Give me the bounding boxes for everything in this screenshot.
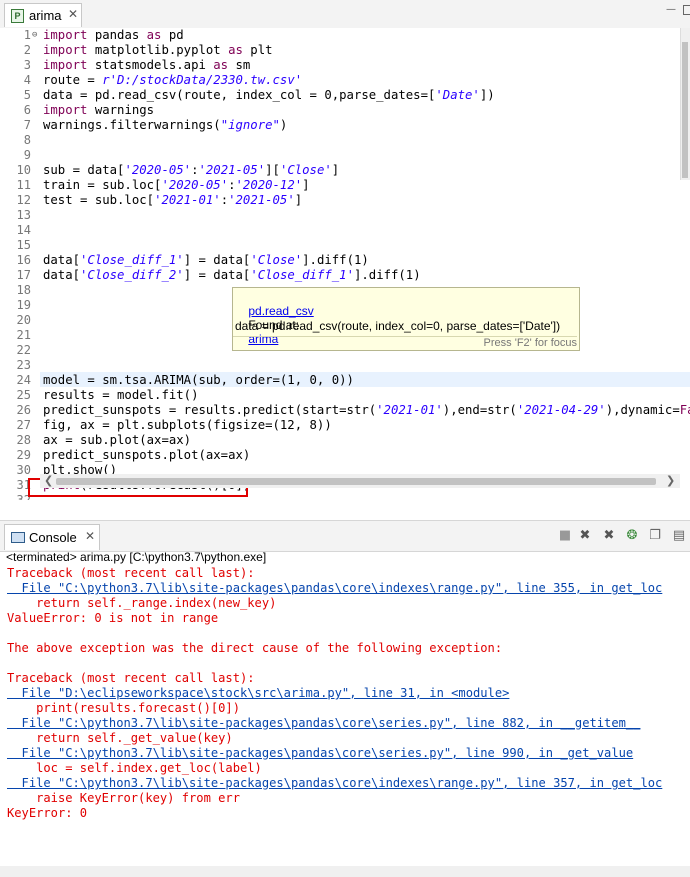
console-line: loc = self.index.get_loc(label) [7, 761, 262, 775]
line-number: 19 [16, 298, 31, 312]
line-number: 7 [23, 118, 31, 132]
line-number: 23 [16, 358, 31, 372]
maximize-icon[interactable] [683, 5, 690, 15]
code-line[interactable]: data = pd.read_csv(route, index_col = 0,… [43, 88, 495, 103]
console-line: print(results.forecast()[0]) [7, 701, 240, 715]
console-line: The above exception was the direct cause… [7, 641, 503, 655]
copy-icon[interactable]: ❐ [648, 529, 662, 543]
line-number-ruler: 1 ⊖ 2 3 4 5 6 7 8 9 10 11 12 13 14 15 16 17 18 19 20 21 22 23 24… [0, 28, 40, 500]
remove-launch-icon[interactable]: ✖ [578, 529, 592, 543]
line-number: 8 [23, 133, 31, 147]
code-line[interactable]: import pandas as pd [43, 28, 184, 43]
line-number: 20 [16, 313, 31, 327]
console-line: ValueError: 0 is not in range [7, 611, 219, 625]
code-editor[interactable]: 1 ⊖ 2 3 4 5 6 7 8 9 10 11 12 13 14 15 16 17 18 19 20 21 22 23 24… [0, 28, 690, 500]
function-link[interactable]: pd.read_csv [248, 304, 313, 318]
line-number: 17 [16, 268, 31, 282]
line-number: 32 [16, 493, 31, 500]
console-line: KeyError: 0 [7, 806, 88, 820]
document-icon[interactable]: ▤ [672, 529, 686, 543]
code-line[interactable]: route = r'D:/stockData/2330.tw.csv' [43, 73, 302, 88]
tab-console[interactable]: Console ✕ [4, 524, 100, 550]
line-number: 10 [16, 163, 31, 177]
traceback-file-link[interactable]: File "C:\python3.7\lib\site-packages\pan… [7, 746, 634, 761]
code-line[interactable]: predict_sunspots.plot(ax=ax) [43, 448, 250, 463]
line-number: 12 [16, 193, 31, 207]
line-number: 31 [16, 478, 31, 492]
line-number: 14 [16, 223, 31, 237]
line-number: 22 [16, 343, 31, 357]
line-number: 25 [16, 388, 31, 402]
console-line: Traceback (most recent call last): [7, 671, 255, 685]
code-line[interactable]: model = sm.tsa.ARIMA(sub, order=(1, 0, 0… [43, 373, 354, 388]
close-icon[interactable]: ✕ [85, 529, 95, 543]
line-number: 5 [23, 88, 31, 102]
line-number: 4 [23, 73, 31, 87]
console-line: return self._range.index(new_key) [7, 596, 277, 610]
code-line[interactable]: import statsmodels.api as sm [43, 58, 250, 73]
minimize-icon[interactable]: — [666, 5, 676, 15]
traceback-file-link[interactable]: File "D:\eclipseworkspace\stock\src\arim… [7, 686, 510, 701]
python-file-icon: P [11, 9, 24, 23]
line-number: 30 [16, 463, 31, 477]
code-line[interactable]: predict_sunspots = results.predict(start… [43, 403, 690, 418]
code-line[interactable]: import warnings [43, 103, 154, 118]
code-line[interactable]: warnings.filterwarnings("ignore") [43, 118, 287, 133]
line-number: 3 [23, 58, 31, 72]
console-tab-label: Console [29, 530, 77, 545]
code-line[interactable]: import matplotlib.pyplot as plt [43, 43, 273, 58]
code-line[interactable]: data['Close_diff_2'] = data['Close_diff_… [43, 268, 421, 283]
scroll-right-icon[interactable]: ❯ [666, 474, 675, 487]
line-number: 9 [23, 148, 31, 162]
code-line[interactable]: sub = data['2020-05':'2021-05']['Close'] [43, 163, 339, 178]
line-number: 21 [16, 328, 31, 342]
traceback-file-link[interactable]: File "C:\python3.7\lib\site-packages\pan… [7, 716, 641, 731]
horizontal-scrollbar-thumb[interactable] [56, 478, 656, 485]
traceback-file-link[interactable]: File "C:\python3.7\lib\site-packages\pan… [7, 776, 663, 791]
tab-arima[interactable]: P arima ✕ [4, 3, 82, 27]
code-line[interactable]: ax = sub.plot(ax=ax) [43, 433, 191, 448]
close-icon[interactable]: ✕ [68, 7, 78, 21]
terminate-icon[interactable]: ■ [558, 529, 572, 543]
editor-tab-bar [0, 0, 690, 29]
fold-collapse-icon[interactable]: ⊖ [32, 28, 37, 43]
line-number: 18 [16, 283, 31, 297]
line-number: 6 [23, 103, 31, 117]
line-number: 16 [16, 253, 31, 267]
code-line[interactable]: results = model.fit() [43, 388, 198, 403]
signature-snippet: data = pd.read_csv(route, index_col=0, p… [235, 319, 561, 333]
line-number: 11 [16, 178, 31, 192]
remove-all-launches-icon[interactable]: ✖ [602, 529, 616, 543]
console-horizontal-scrollbar[interactable] [0, 866, 690, 877]
line-number: 15 [16, 238, 31, 252]
code-line[interactable]: data['Close_diff_1'] = data['Close'].dif… [43, 253, 369, 268]
run-icon[interactable]: ❂ [625, 529, 639, 543]
line-number: 2 [23, 43, 31, 57]
line-number: 29 [16, 448, 31, 462]
console-icon [11, 532, 25, 543]
focus-hint: Press 'F2' for focus [233, 336, 577, 349]
traceback-file-link[interactable]: File "C:\python3.7\lib\site-packages\pan… [7, 581, 663, 596]
tab-label: arima [29, 8, 62, 23]
line-number: 24 [16, 373, 31, 387]
hover-info-popup: pd.read_csv Found at: arima data = pd.re… [232, 287, 580, 351]
line-number: 27 [16, 418, 31, 432]
process-status: <terminated> arima.py [C:\python3.7\pyth… [6, 550, 267, 564]
code-line[interactable]: train = sub.loc['2020-05':'2020-12'] [43, 178, 310, 193]
line-number: 1 [23, 28, 31, 42]
code-line[interactable]: fig, ax = plt.subplots(figsize=(12, 8)) [43, 418, 332, 433]
code-line[interactable]: test = sub.loc['2021-01':'2021-05'] [43, 193, 302, 208]
line-number: 28 [16, 433, 31, 447]
line-number: 13 [16, 208, 31, 222]
console-line: return self._get_value(key) [7, 731, 233, 745]
line-number: 26 [16, 403, 31, 417]
vertical-scrollbar-thumb[interactable] [682, 42, 688, 178]
console-line: raise KeyError(key) from err [7, 791, 240, 805]
scroll-left-icon[interactable]: ❮ [44, 474, 53, 487]
console-line: Traceback (most recent call last): [7, 566, 255, 580]
console-output[interactable]: Traceback (most recent call last): File … [0, 566, 690, 877]
